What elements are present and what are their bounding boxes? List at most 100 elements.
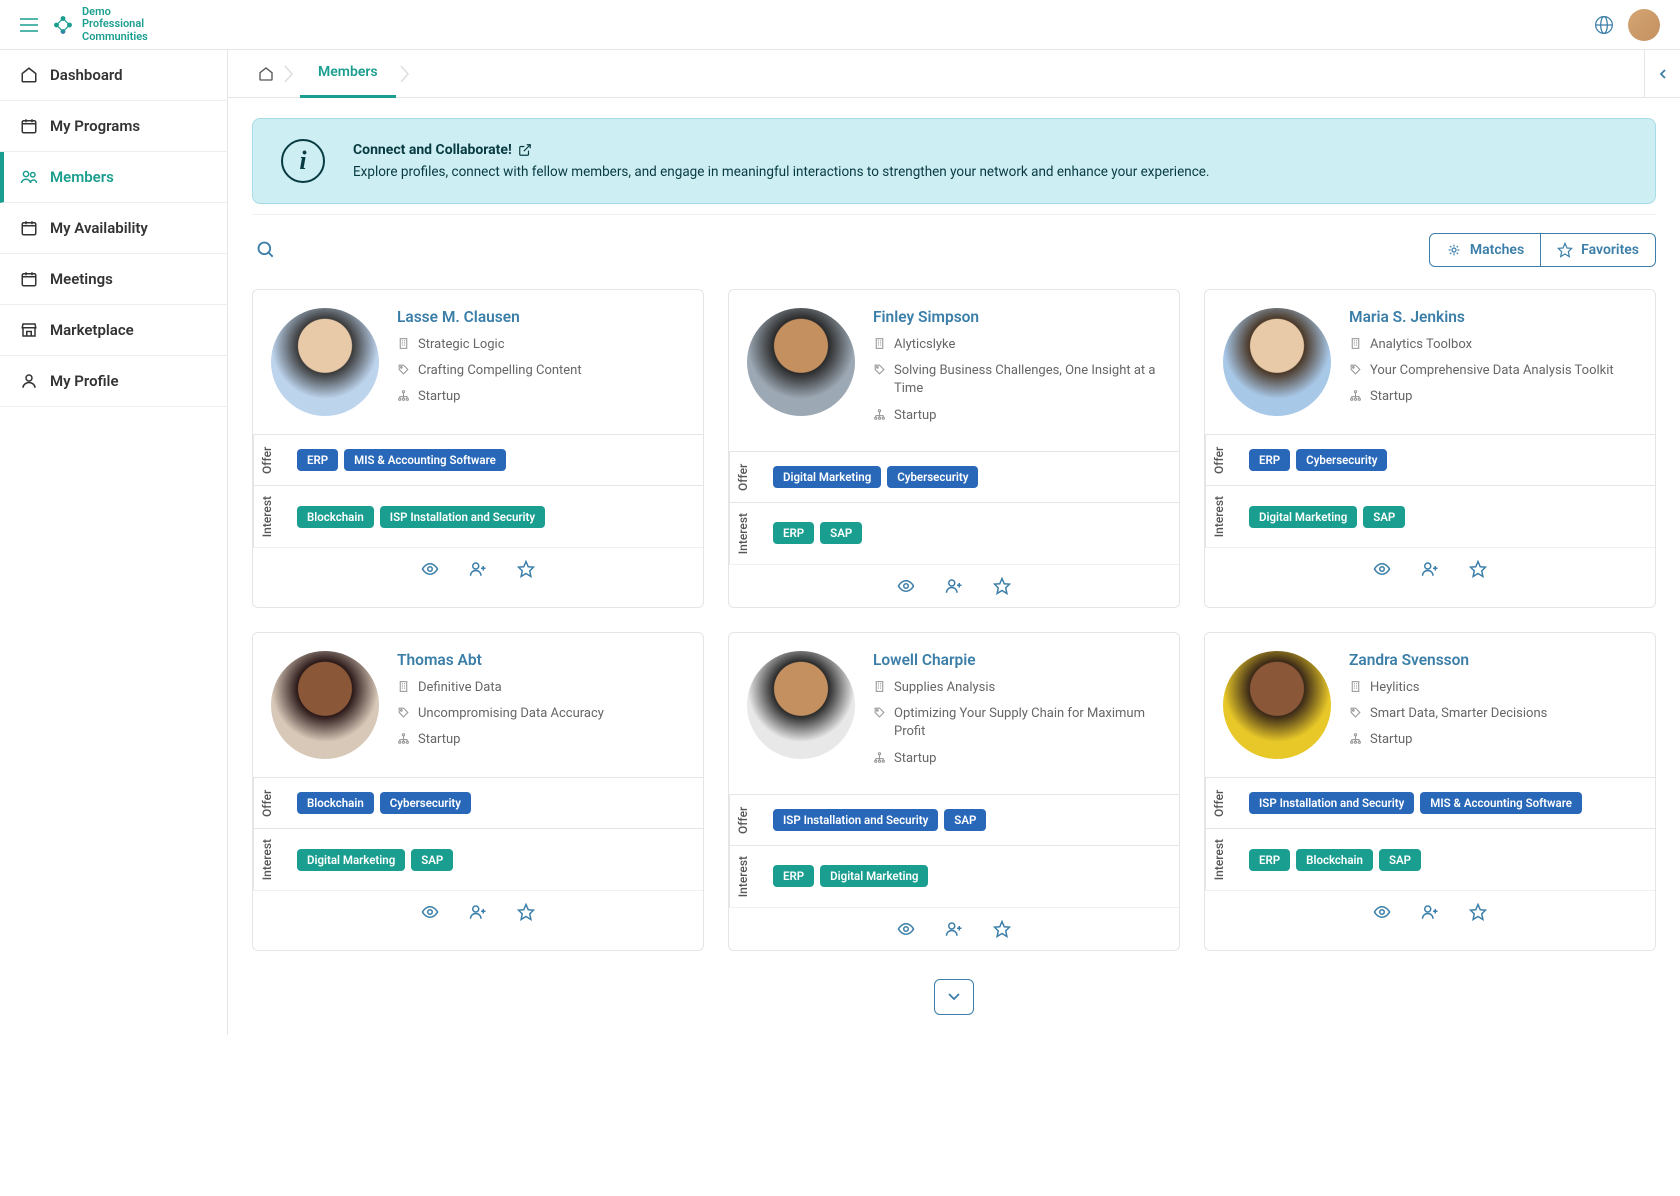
offer-tag[interactable]: Blockchain: [297, 792, 374, 814]
interest-tag[interactable]: SAP: [820, 522, 862, 544]
favorite-icon[interactable]: [1469, 903, 1487, 921]
view-icon[interactable]: [421, 560, 439, 578]
member-avatar[interactable]: [747, 308, 855, 416]
interest-tag[interactable]: ISP Installation and Security: [380, 506, 545, 528]
sidebar-item-my-profile[interactable]: My Profile: [0, 356, 227, 407]
sidebar-item-meetings[interactable]: Meetings: [0, 254, 227, 305]
favorite-icon[interactable]: [517, 903, 535, 921]
header-right: [1594, 9, 1660, 41]
member-type: Startup: [1349, 388, 1637, 406]
card-header: Thomas AbtDefinitive DataUncompromising …: [253, 633, 703, 777]
hamburger-icon[interactable]: [20, 18, 38, 32]
member-tagline: Smart Data, Smarter Decisions: [1349, 705, 1637, 723]
member-name[interactable]: Lasse M. Clausen: [397, 308, 685, 326]
external-link-icon[interactable]: [518, 143, 532, 157]
sidebar-item-label: My Profile: [50, 372, 119, 390]
offer-label: Offer: [1205, 435, 1235, 485]
chevron-right-icon: [400, 65, 410, 83]
member-avatar[interactable]: [1223, 308, 1331, 416]
offer-tag[interactable]: Cybersecurity: [380, 792, 471, 814]
view-icon[interactable]: [421, 903, 439, 921]
interest-tag[interactable]: Digital Marketing: [820, 865, 928, 887]
interest-tag[interactable]: ERP: [773, 522, 814, 544]
sidebar-item-marketplace[interactable]: Marketplace: [0, 305, 227, 356]
member-tagline: Solving Business Challenges, One Insight…: [873, 362, 1161, 398]
interest-tag[interactable]: SAP: [1379, 849, 1421, 871]
offer-tags: ERP Cybersecurity: [1235, 435, 1655, 485]
member-avatar[interactable]: [271, 651, 379, 759]
offer-label: Offer: [253, 778, 283, 828]
connect-icon[interactable]: [945, 920, 963, 938]
sidebar: DashboardMy ProgramsMembersMy Availabili…: [0, 50, 228, 1035]
favorite-icon[interactable]: [993, 920, 1011, 938]
toolbar: Matches Favorites: [252, 214, 1656, 289]
interest-section: InterestDigital MarketingSAP: [253, 828, 703, 890]
connect-icon[interactable]: [469, 560, 487, 578]
card-header: Zandra SvenssonHeyliticsSmart Data, Smar…: [1205, 633, 1655, 777]
interest-tag[interactable]: Blockchain: [1296, 849, 1373, 871]
card-header: Finley SimpsonAlyticslykeSolving Busines…: [729, 290, 1179, 451]
interest-tag[interactable]: SAP: [1363, 506, 1405, 528]
breadcrumb-current[interactable]: Members: [300, 50, 396, 98]
member-name[interactable]: Thomas Abt: [397, 651, 685, 669]
interest-section: InterestERPBlockchainSAP: [1205, 828, 1655, 890]
view-icon[interactable]: [1373, 560, 1391, 578]
offer-tag[interactable]: SAP: [944, 809, 986, 831]
offer-tag[interactable]: ERP: [297, 449, 338, 471]
connect-icon[interactable]: [1421, 903, 1439, 921]
favorites-button[interactable]: Favorites: [1541, 233, 1656, 267]
member-name[interactable]: Zandra Svensson: [1349, 651, 1637, 669]
collapse-icon[interactable]: [1644, 50, 1680, 98]
offer-tag[interactable]: Digital Marketing: [773, 466, 881, 488]
member-name[interactable]: Maria S. Jenkins: [1349, 308, 1637, 326]
interest-tag[interactable]: SAP: [411, 849, 453, 871]
interest-tag[interactable]: ERP: [773, 865, 814, 887]
interest-tag[interactable]: Digital Marketing: [297, 849, 405, 871]
user-avatar[interactable]: [1628, 9, 1660, 41]
building-icon: [873, 337, 886, 350]
favorite-icon[interactable]: [1469, 560, 1487, 578]
globe-icon[interactable]: [1594, 15, 1614, 35]
offer-tag[interactable]: MIS & Accounting Software: [344, 449, 506, 471]
member-card: Zandra SvenssonHeyliticsSmart Data, Smar…: [1204, 632, 1656, 951]
member-avatar[interactable]: [271, 308, 379, 416]
member-name[interactable]: Lowell Charpie: [873, 651, 1161, 669]
info-description: Explore profiles, connect with fellow me…: [353, 164, 1627, 180]
search-icon[interactable]: [252, 236, 280, 264]
member-avatar[interactable]: [1223, 651, 1331, 759]
offer-tag[interactable]: ERP: [1249, 449, 1290, 471]
favorite-icon[interactable]: [517, 560, 535, 578]
calendar-icon: [20, 270, 38, 288]
offer-tag[interactable]: Cybersecurity: [1296, 449, 1387, 471]
logo[interactable]: Demo Professional Communities: [50, 6, 148, 42]
view-icon[interactable]: [897, 577, 915, 595]
breadcrumb-home-icon[interactable]: [248, 66, 284, 82]
card-actions: [729, 564, 1179, 607]
card-header: Lasse M. ClausenStrategic LogicCrafting …: [253, 290, 703, 434]
star-icon: [1557, 242, 1573, 258]
offer-section: Offer ERP Cybersecurity: [1205, 434, 1655, 485]
connect-icon[interactable]: [945, 577, 963, 595]
load-more-button[interactable]: [934, 979, 974, 1015]
connect-icon[interactable]: [1421, 560, 1439, 578]
sidebar-item-my-availability[interactable]: My Availability: [0, 203, 227, 254]
interest-tag[interactable]: Blockchain: [297, 506, 374, 528]
offer-tag[interactable]: ISP Installation and Security: [1249, 792, 1414, 814]
offer-tag[interactable]: MIS & Accounting Software: [1420, 792, 1582, 814]
interest-section: InterestBlockchainISP Installation and S…: [253, 485, 703, 547]
view-icon[interactable]: [897, 920, 915, 938]
member-avatar[interactable]: [747, 651, 855, 759]
connect-icon[interactable]: [469, 903, 487, 921]
interest-tag[interactable]: ERP: [1249, 849, 1290, 871]
member-name[interactable]: Finley Simpson: [873, 308, 1161, 326]
offer-tag[interactable]: ISP Installation and Security: [773, 809, 938, 831]
view-icon[interactable]: [1373, 903, 1391, 921]
interest-tag[interactable]: Digital Marketing: [1249, 506, 1357, 528]
sidebar-item-members[interactable]: Members: [0, 152, 227, 203]
interest-section: InterestERPDigital Marketing: [729, 845, 1179, 907]
sidebar-item-my-programs[interactable]: My Programs: [0, 101, 227, 152]
offer-tag[interactable]: Cybersecurity: [887, 466, 978, 488]
matches-button[interactable]: Matches: [1429, 233, 1541, 267]
sidebar-item-dashboard[interactable]: Dashboard: [0, 50, 227, 101]
favorite-icon[interactable]: [993, 577, 1011, 595]
